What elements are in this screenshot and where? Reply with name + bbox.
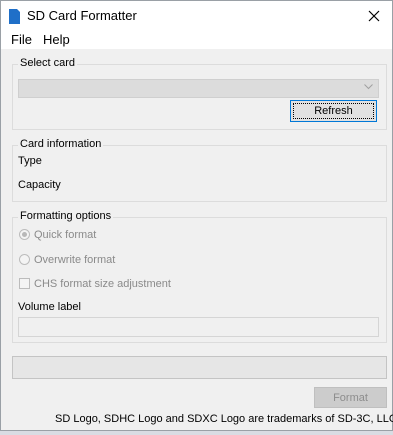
volume-label-input[interactable] <box>18 317 379 337</box>
formatting-options-legend: Formatting options <box>18 210 114 222</box>
trademark-notice: SD Logo, SDHC Logo and SDXC Logo are tra… <box>55 413 393 425</box>
overwrite-format-radio[interactable] <box>19 254 30 265</box>
card-information-legend: Card information <box>18 138 104 150</box>
menu-bar: File Help <box>1 31 392 49</box>
close-icon <box>368 10 380 22</box>
format-label: Format <box>333 391 368 404</box>
refresh-label: Refresh <box>314 105 353 117</box>
refresh-button[interactable]: Refresh <box>290 100 377 122</box>
card-select-dropdown[interactable] <box>18 79 379 98</box>
chevron-down-icon <box>364 84 373 90</box>
window-title: SD Card Formatter <box>27 8 137 23</box>
chs-adjustment-label: CHS format size adjustment <box>34 278 171 290</box>
volume-label-caption: Volume label <box>18 301 81 313</box>
close-button[interactable] <box>360 3 388 29</box>
capacity-label: Capacity <box>18 179 61 191</box>
format-button[interactable]: Format <box>314 387 387 408</box>
progress-bar <box>12 356 387 379</box>
chs-adjustment-checkbox[interactable] <box>19 278 30 289</box>
menu-help[interactable]: Help <box>43 32 70 47</box>
title-bar: SD Card Formatter <box>1 1 392 31</box>
type-label: Type <box>18 155 42 167</box>
menu-file[interactable]: File <box>11 32 32 47</box>
sd-card-formatter-window: SD Card Formatter File Help Select card … <box>0 0 393 431</box>
overwrite-format-label: Overwrite format <box>34 254 116 266</box>
select-card-legend: Select card <box>18 57 78 69</box>
quick-format-radio[interactable] <box>19 229 30 240</box>
quick-format-label: Quick format <box>34 229 97 241</box>
background-strip <box>0 431 393 435</box>
card-information-group: Card information <box>12 138 387 202</box>
sd-card-icon <box>9 9 20 24</box>
